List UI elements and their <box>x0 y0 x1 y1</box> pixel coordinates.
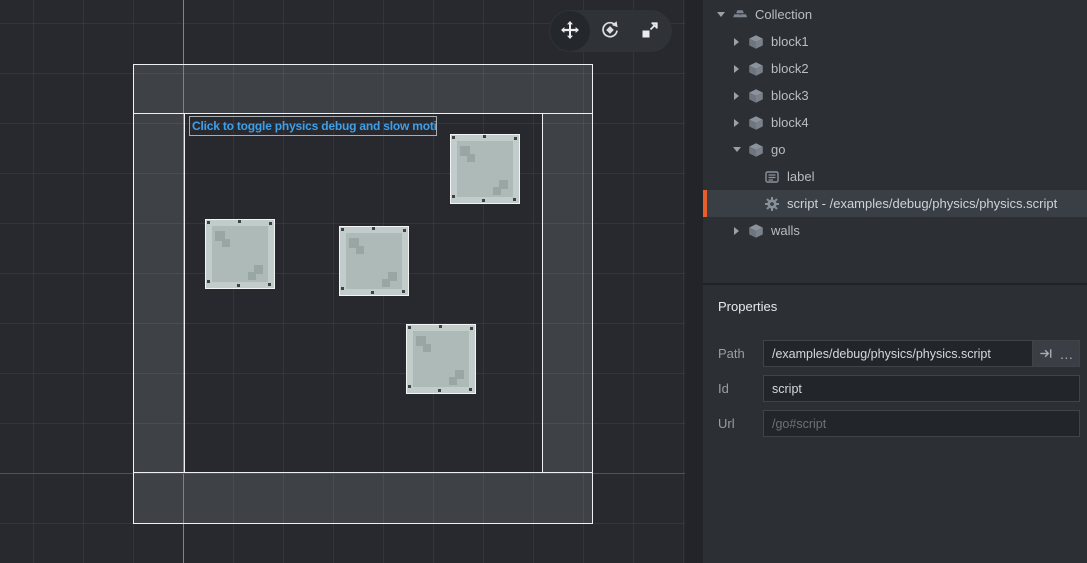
caret-right-icon[interactable] <box>731 119 742 127</box>
cube-icon <box>748 34 764 50</box>
tree-item-block3[interactable]: block3 <box>703 82 1087 109</box>
outline-panel: Collection block1 block2 <box>703 0 1087 283</box>
cube-icon <box>748 61 764 77</box>
tree-item-block1[interactable]: block1 <box>703 28 1087 55</box>
right-panel: Collection block1 block2 <box>703 0 1087 563</box>
tree-item-label: block1 <box>771 34 809 49</box>
tree-item-label: walls <box>771 223 800 238</box>
collection-icon <box>732 7 748 23</box>
wall-bottom-inner-edge <box>133 472 593 473</box>
defold-editor-window: Click to toggle physics debug and slow m… <box>0 0 1087 563</box>
move-icon <box>560 20 580 43</box>
viewport-right-gutter <box>685 0 703 563</box>
tree-item-script[interactable]: script - /examples/debug/physics/physics… <box>703 190 1087 217</box>
crate-block[interactable] <box>205 219 275 289</box>
physics-debug-label-text: Click to toggle physics debug and slow m… <box>192 119 437 133</box>
tree-item-label: Collection <box>755 7 812 22</box>
goto-resource-button[interactable] <box>1039 346 1054 361</box>
wall-top-inner-edge <box>133 113 593 114</box>
tree-item-block2[interactable]: block2 <box>703 55 1087 82</box>
tree-item-collection[interactable]: Collection <box>703 1 1087 28</box>
tree-item-go[interactable]: go <box>703 136 1087 163</box>
scene-viewport[interactable]: Click to toggle physics debug and slow m… <box>0 0 703 563</box>
tree-item-label: label <box>787 169 814 184</box>
caret-right-icon[interactable] <box>731 65 742 73</box>
cube-icon <box>748 115 764 131</box>
id-label: Id <box>718 381 763 396</box>
caret-right-icon[interactable] <box>731 227 742 235</box>
property-row-id: Id <box>718 375 1080 402</box>
wall-right-inner-edge <box>542 113 543 473</box>
crate-block[interactable] <box>339 226 409 296</box>
caret-right-icon[interactable] <box>731 38 742 46</box>
tree-item-label-node[interactable]: label <box>703 163 1087 190</box>
path-buttons: … <box>1033 340 1080 367</box>
tree-item-label: block3 <box>771 88 809 103</box>
caret-down-icon[interactable] <box>715 12 726 17</box>
url-label: Url <box>718 416 763 431</box>
cube-icon <box>748 223 764 239</box>
caret-right-icon[interactable] <box>731 92 742 100</box>
scale-tool-button[interactable] <box>630 11 670 51</box>
property-row-path: Path … <box>718 340 1080 367</box>
ellipsis-icon: … <box>1059 349 1073 359</box>
tree-item-label: block2 <box>771 61 809 76</box>
tree-item-label: script - /examples/debug/physics/physics… <box>787 196 1057 211</box>
rotate-tool-button[interactable] <box>590 11 630 51</box>
url-input[interactable] <box>763 410 1080 437</box>
id-input[interactable] <box>763 375 1080 402</box>
wall-left-inner-edge <box>184 113 185 473</box>
tree-item-walls[interactable]: walls <box>703 217 1087 244</box>
crate-block[interactable] <box>450 134 520 204</box>
cube-icon <box>748 88 764 104</box>
properties-title: Properties <box>718 299 1087 314</box>
properties-panel: Properties Path … <box>703 285 1087 563</box>
browse-button[interactable]: … <box>1059 349 1073 359</box>
path-label: Path <box>718 346 763 361</box>
property-row-url: Url <box>718 410 1080 437</box>
scale-icon <box>640 20 660 43</box>
physics-debug-label[interactable]: Click to toggle physics debug and slow m… <box>189 116 437 136</box>
cube-icon <box>748 142 764 158</box>
goto-resource-icon <box>1039 346 1054 361</box>
crate-block[interactable] <box>406 324 476 394</box>
script-gear-icon <box>764 196 780 212</box>
label-icon <box>764 169 780 185</box>
transform-toolbar <box>549 10 672 52</box>
rotate-icon <box>600 20 620 43</box>
caret-down-icon[interactable] <box>731 147 742 152</box>
move-tool-button[interactable] <box>550 11 590 51</box>
tree-item-label: block4 <box>771 115 809 130</box>
tree-item-block4[interactable]: block4 <box>703 109 1087 136</box>
path-input[interactable] <box>763 340 1033 367</box>
tree-item-label: go <box>771 142 785 157</box>
